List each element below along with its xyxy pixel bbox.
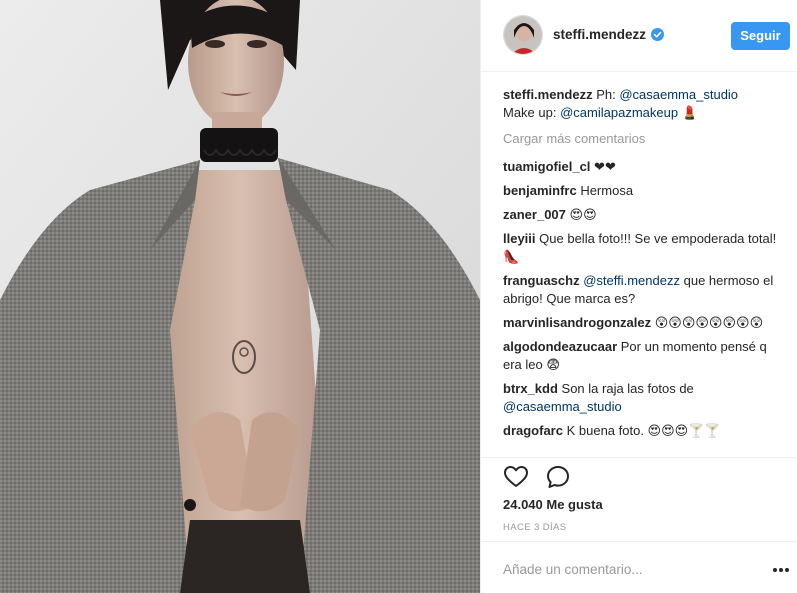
ellipsis-icon[interactable]	[773, 568, 789, 574]
header-username[interactable]: steffi.mendezz	[553, 27, 646, 42]
comment-username[interactable]: zaner_007	[503, 207, 566, 222]
likes-count[interactable]: 24.040 Me gusta	[503, 497, 603, 512]
comment-text: Son la raja las fotos de	[561, 381, 694, 396]
divider	[481, 541, 797, 542]
comment-text: ❤❤	[594, 159, 616, 174]
comment-item: franguaschz @steffi.mendezz que hermoso …	[503, 272, 783, 308]
comment-item: dragofarc K buena foto. 😍😍😍🍸🍸	[503, 422, 783, 440]
dot	[785, 568, 789, 572]
avatar-image	[504, 16, 542, 54]
dot	[779, 568, 783, 572]
comment-item: algodondeazucaar Por un momento pensé q …	[503, 338, 783, 374]
comment-mention[interactable]: @casaemma_studio	[503, 399, 622, 414]
post-caption: steffi.mendezz Ph: @casaemma_studio Make…	[503, 86, 783, 122]
post-timestamp[interactable]: HACE 3 DÍAS	[503, 522, 567, 533]
comment-username[interactable]: btrx_kdd	[503, 381, 558, 396]
lipstick-emoji: 💄	[681, 105, 698, 120]
add-comment-input[interactable]: Añade un comentario...	[503, 562, 743, 577]
post-header: steffi.mendezz Seguir	[481, 0, 797, 72]
verified-badge-icon	[651, 28, 664, 41]
comment-item: lleyiii Que bella foto!!! Se ve empodera…	[503, 230, 783, 266]
photo-illustration	[0, 0, 480, 593]
comment-username[interactable]: tuamigofiel_cl	[503, 159, 590, 174]
load-more-comments-button[interactable]: Cargar más comentarios	[503, 130, 783, 148]
comment-item: zaner_007 😍😍	[503, 206, 783, 224]
speech-bubble-icon[interactable]	[545, 464, 571, 490]
follow-button[interactable]: Seguir	[731, 22, 790, 50]
comment-text: Que bella foto!!! Se ve empoderada total…	[503, 231, 777, 264]
caption-text-2: Make up:	[503, 105, 557, 120]
comment-username[interactable]: dragofarc	[503, 423, 563, 438]
post-side-panel: steffi.mendezz Seguir steffi.mendezz Ph:…	[480, 0, 797, 593]
comment-username[interactable]: franguaschz	[503, 273, 580, 288]
caption-username[interactable]: steffi.mendezz	[503, 87, 593, 102]
comment-text: 😍😍	[569, 207, 597, 222]
comment-text: 😲😲😲😲😲😲😲😲	[654, 315, 764, 330]
comment-username[interactable]: marvinlisandrogonzalez	[503, 315, 651, 330]
avatar[interactable]	[503, 15, 543, 55]
divider	[481, 457, 797, 458]
comment-mention[interactable]: @steffi.mendezz	[583, 273, 680, 288]
heart-outline-icon[interactable]	[503, 464, 529, 490]
comment-item: marvinlisandrogonzalez 😲😲😲😲😲😲😲😲	[503, 314, 783, 332]
comment-username[interactable]: algodondeazucaar	[503, 339, 617, 354]
post-modal: steffi.mendezz Seguir steffi.mendezz Ph:…	[0, 0, 797, 593]
comment-item: tuamigofiel_cl ❤❤	[503, 158, 783, 176]
post-photo[interactable]	[0, 0, 480, 593]
post-actions	[503, 462, 587, 492]
caption-mention-makeup[interactable]: @camilapazmakeup	[560, 105, 678, 120]
comment-text: Hermosa	[580, 183, 634, 198]
comment-username[interactable]: benjaminfrc	[503, 183, 577, 198]
caption-mention-photographer[interactable]: @casaemma_studio	[619, 87, 738, 102]
comment-text: K buena foto. 😍😍😍🍸🍸	[566, 423, 721, 438]
comments-fade	[503, 448, 783, 456]
comment-item: benjaminfrc Hermosa	[503, 182, 783, 200]
dot	[773, 568, 777, 572]
comment-item: btrx_kdd Son la raja las fotos de @casae…	[503, 380, 783, 416]
caption-text-1: Ph:	[596, 87, 616, 102]
comments-list: steffi.mendezz Ph: @casaemma_studio Make…	[503, 86, 783, 456]
comment-username[interactable]: lleyiii	[503, 231, 536, 246]
